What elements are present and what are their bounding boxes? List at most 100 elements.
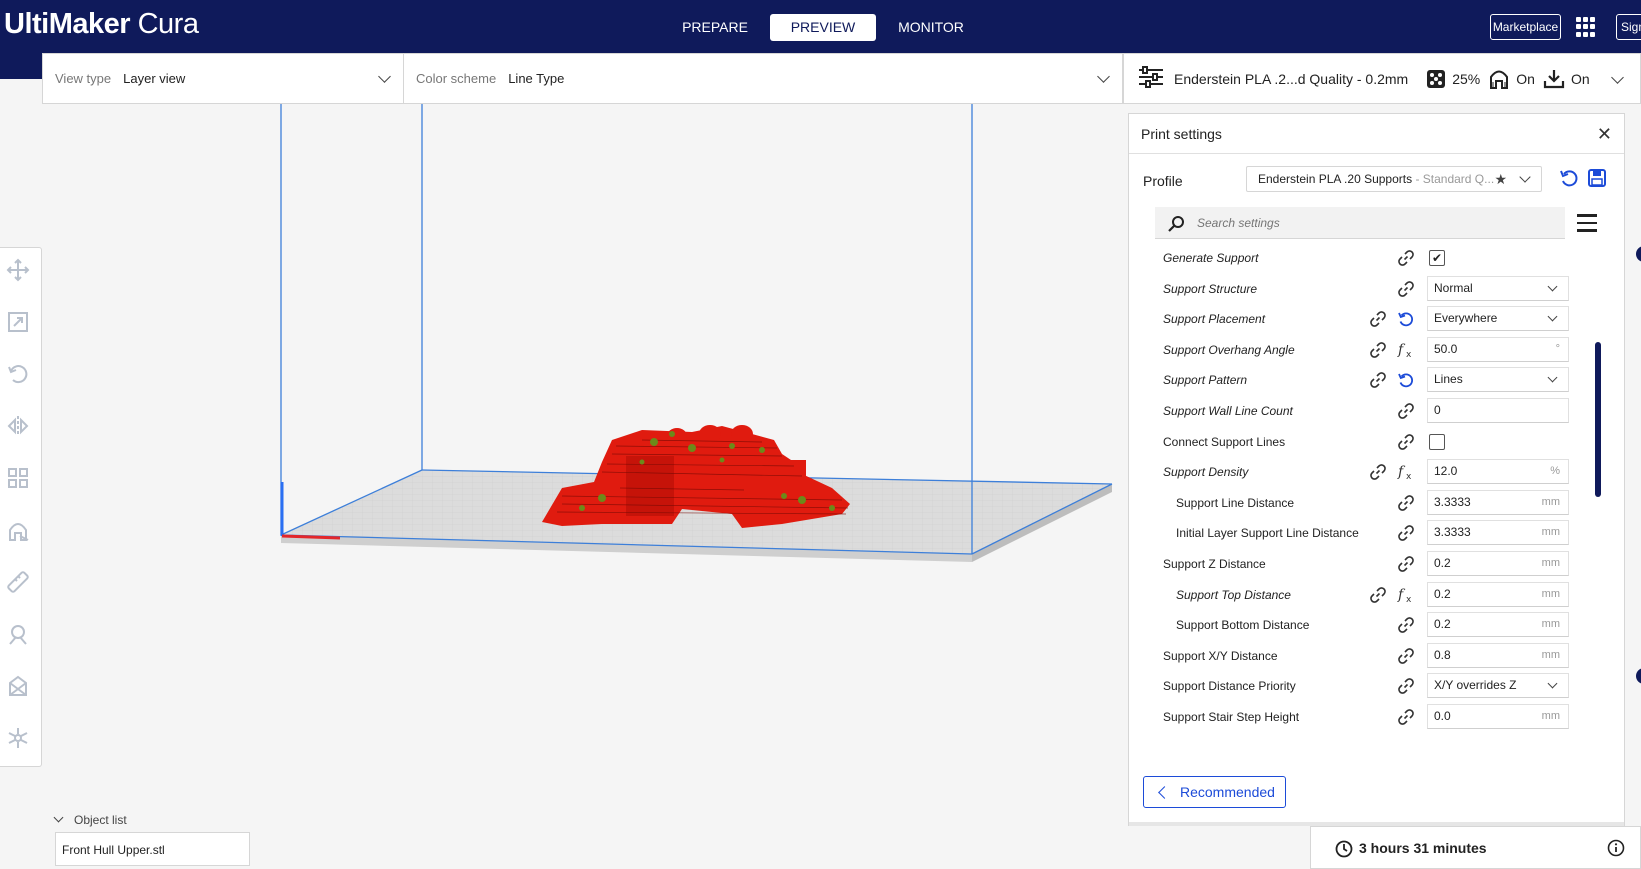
- panel-header: Print settings ✕: [1129, 114, 1624, 154]
- star-icon[interactable]: ★: [1494, 167, 1507, 191]
- infill-summary: 25%: [1426, 69, 1480, 89]
- apps-grid-icon[interactable]: [1576, 17, 1596, 37]
- setting-input[interactable]: 0.2 mm: [1427, 551, 1569, 576]
- profile-label: Profile: [1143, 173, 1183, 189]
- support-blocker-icon[interactable]: [6, 518, 30, 542]
- setting-value: 0.2: [1434, 556, 1451, 570]
- view-type-select[interactable]: View type Layer view: [43, 54, 404, 103]
- scale-icon[interactable]: [6, 310, 30, 334]
- setting-label: Initial Layer Support Line Distance: [1176, 526, 1359, 541]
- settings-menu-icon[interactable]: [1577, 214, 1597, 232]
- setting-unit: mm: [1541, 618, 1560, 631]
- link-icon: [1369, 586, 1387, 609]
- 3d-viewport[interactable]: [42, 104, 1127, 869]
- object-list-toggle[interactable]: Object list: [53, 812, 127, 827]
- setting-checkbox[interactable]: ✔: [1429, 250, 1445, 266]
- mirror-icon[interactable]: [6, 414, 30, 438]
- setting-label: Support Overhang Angle: [1163, 342, 1295, 357]
- tab-preview[interactable]: PREVIEW: [770, 14, 876, 41]
- tree-support-icon[interactable]: [6, 674, 30, 698]
- chevron-down-icon: [53, 812, 64, 823]
- scrollbar[interactable]: [1595, 342, 1601, 497]
- svg-text:f: f: [1397, 342, 1406, 358]
- tab-monitor[interactable]: MONITOR: [878, 14, 984, 41]
- color-scheme-select[interactable]: Color scheme Line Type: [404, 54, 1122, 103]
- reset-setting-icon[interactable]: [1397, 371, 1415, 394]
- marketplace-button[interactable]: Marketplace: [1490, 14, 1561, 40]
- setting-input[interactable]: 12.0%: [1427, 459, 1569, 485]
- setting-dropdown[interactable]: Everywhere: [1427, 306, 1569, 332]
- setting-row: Initial Layer Support Line Distance 3.333…: [1129, 517, 1579, 549]
- infill-icon: [1427, 69, 1446, 88]
- info-icon[interactable]: [1607, 839, 1625, 862]
- paint-icon[interactable]: [6, 622, 30, 646]
- profile-name: Enderstein PLA .20 Supports: [1258, 172, 1413, 186]
- object-list-item[interactable]: Front Hull Upper.stl: [55, 832, 250, 866]
- setting-input[interactable]: 0.2 mm: [1427, 612, 1569, 638]
- setting-input[interactable]: 0.2 mm: [1427, 581, 1569, 607]
- setting-input[interactable]: 0.0 mm: [1427, 704, 1569, 729]
- link-icon: [1369, 371, 1387, 394]
- setting-row: Support Z Distance 0.2 mm: [1129, 548, 1579, 580]
- extra-tool-icon[interactable]: [6, 726, 30, 750]
- setting-label: Support X/Y Distance: [1163, 648, 1278, 663]
- link-icon: [1397, 677, 1415, 700]
- rotate-icon[interactable]: [6, 362, 30, 386]
- setting-value: Normal: [1434, 280, 1473, 295]
- setting-value: 0.2: [1434, 617, 1451, 632]
- setting-value: 0.0: [1434, 709, 1451, 723]
- link-icon: [1397, 616, 1415, 639]
- setting-row: Connect Support Lines: [1129, 426, 1579, 458]
- setting-value: 0.8: [1434, 647, 1451, 662]
- save-profile-icon[interactable]: [1587, 168, 1607, 193]
- setting-value: Everywhere: [1434, 311, 1498, 326]
- measure-icon[interactable]: [6, 570, 30, 594]
- setting-row: Support X/Y Distance 0.8 mm: [1129, 640, 1579, 672]
- function-icon: fx: [1397, 586, 1415, 609]
- setting-input[interactable]: 0: [1427, 398, 1569, 423]
- profile-subtitle: - Standard Q...: [1412, 172, 1495, 186]
- stage-tabs: PREPARE PREVIEW MONITOR: [662, 14, 986, 41]
- setting-input[interactable]: 3.3333 mm: [1427, 489, 1569, 515]
- per-model-settings-icon[interactable]: [6, 466, 30, 490]
- profile-select[interactable]: Enderstein PLA .20 Supports - Standard Q…: [1246, 166, 1542, 192]
- sign-in-button[interactable]: Sign: [1616, 14, 1641, 40]
- color-scheme-label: Color scheme: [416, 71, 497, 86]
- color-scheme-value: Line Type: [508, 71, 565, 86]
- move-icon[interactable]: [6, 258, 30, 282]
- link-icon: [1397, 494, 1415, 517]
- setting-label: Support Z Distance: [1163, 557, 1266, 571]
- recommended-button[interactable]: Recommended: [1143, 776, 1286, 808]
- setting-row: Support Structure Normal: [1129, 273, 1579, 305]
- link-icon: [1397, 555, 1415, 578]
- close-icon[interactable]: ✕: [1597, 124, 1612, 145]
- svg-text:x: x: [1406, 472, 1412, 481]
- reset-setting-icon[interactable]: [1397, 310, 1415, 333]
- setting-unit: %: [1550, 465, 1560, 478]
- setting-input[interactable]: 0.8 mm: [1427, 642, 1569, 668]
- setting-label: Support Stair Step Height: [1163, 710, 1300, 724]
- settings-list: Generate Support ✔ Support Structure Normal…: [1129, 242, 1579, 869]
- function-icon: fx: [1397, 463, 1415, 486]
- reset-profile-icon[interactable]: [1559, 168, 1579, 193]
- setting-checkbox[interactable]: [1429, 433, 1445, 450]
- setting-dropdown[interactable]: Normal: [1427, 275, 1569, 301]
- setting-input[interactable]: 50.0 °: [1427, 336, 1569, 362]
- setting-unit: mm: [1541, 526, 1560, 539]
- side-handle[interactable]: [1636, 668, 1641, 684]
- setting-input[interactable]: 3.3333 mm: [1427, 520, 1569, 546]
- sliders-icon: [1138, 66, 1164, 91]
- search-icon: [1167, 215, 1185, 238]
- side-handle[interactable]: [1636, 246, 1641, 262]
- print-settings-summary[interactable]: Enderstein PLA .2...d Quality - 0.2mm 25…: [1123, 53, 1641, 104]
- tab-prepare[interactable]: PREPARE: [662, 14, 768, 41]
- setting-dropdown[interactable]: X/Y overrides Z: [1427, 673, 1569, 699]
- setting-row: Support Stair Step Height 0.0 mm: [1129, 701, 1579, 733]
- link-icon: [1397, 402, 1415, 425]
- setting-value: X/Y overrides Z: [1434, 678, 1517, 693]
- support-summary: On: [1488, 68, 1535, 90]
- search-input[interactable]: [1197, 213, 1537, 233]
- setting-label: Support Top Distance: [1176, 587, 1291, 602]
- link-icon: [1397, 647, 1415, 670]
- setting-dropdown[interactable]: Lines: [1427, 367, 1569, 393]
